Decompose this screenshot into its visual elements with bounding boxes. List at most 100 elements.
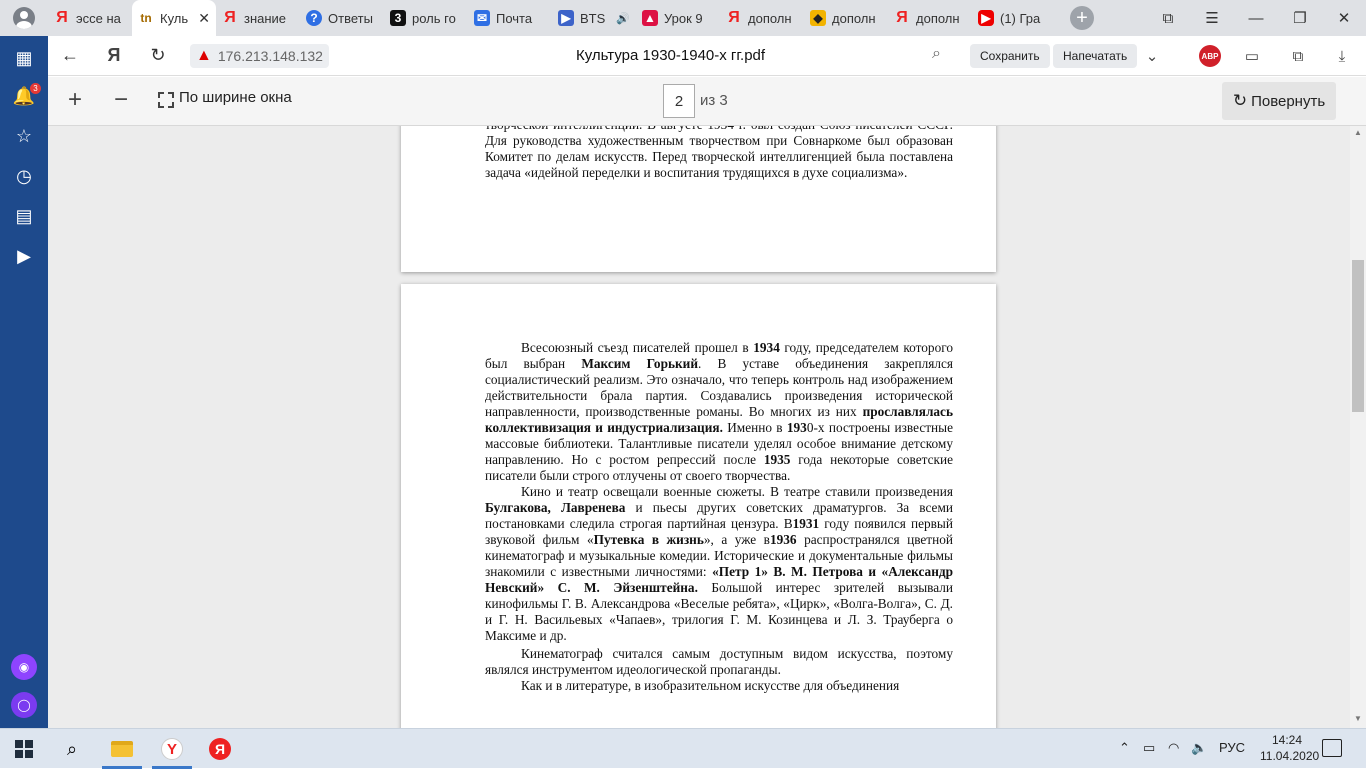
tab-title: роль го — [412, 10, 456, 26]
start-button[interactable] — [0, 729, 48, 769]
tab-title: дополн — [748, 10, 792, 26]
yandex-app-button[interactable]: Я — [196, 729, 244, 769]
volume-icon[interactable]: 🔈 — [1191, 740, 1207, 756]
tab[interactable]: Я эссе на — [48, 0, 132, 36]
address-bar: ← Я ↻ ▲ 176.213.148.132 Культура 1930-19… — [48, 36, 1366, 76]
tab-title: Ответы — [328, 10, 373, 26]
paragraph: Кинематограф считался самым доступным ви… — [485, 646, 953, 677]
page-count: из 3 — [700, 92, 728, 109]
search-icon[interactable]: ⌕ — [48, 729, 96, 769]
tab-title: эссе на — [76, 10, 121, 26]
tn-icon: tn — [140, 11, 152, 25]
time: 14:24 — [1271, 733, 1303, 747]
tab[interactable]: 3 роль го — [384, 0, 468, 36]
alice-icon[interactable]: ◉ — [11, 654, 37, 680]
yandex-icon: Я — [56, 9, 68, 26]
tab-title: BTS — [580, 10, 606, 26]
paragraph: Всесоюзный съезд писателей прошел в 1934… — [485, 340, 953, 483]
search-icon[interactable]: ⌕ — [932, 45, 941, 63]
tab[interactable]: ▶ BTS 🔊 — [552, 0, 636, 36]
tab[interactable]: ? Ответы — [300, 0, 384, 36]
warning-icon: ▲ — [196, 46, 212, 64]
windows-logo-icon — [15, 740, 33, 758]
tab-active[interactable]: tn Куль ✕ — [132, 0, 216, 36]
print-button[interactable]: Напечатать — [1053, 44, 1138, 68]
collections-icon: ◆ — [810, 10, 826, 26]
tab-title: знание — [244, 10, 287, 26]
rotate-button[interactable]: ↻ Повернуть — [1222, 82, 1336, 120]
extensions-icon[interactable]: ⧉ — [1286, 44, 1310, 68]
folder-icon — [111, 741, 133, 757]
yandex-icon: Я — [224, 9, 236, 26]
scroll-thumb[interactable] — [1352, 260, 1364, 412]
paragraph: творческой интеллигенции. В августе 1934… — [485, 126, 953, 180]
chevron-up-icon[interactable]: ⌃ — [1119, 740, 1130, 756]
tab-title: дополн — [916, 10, 960, 26]
tab[interactable]: ◆ дополн — [804, 0, 888, 36]
paragraph: Кино и театр освещали военные сюжеты. В … — [485, 484, 954, 643]
tab[interactable]: Я дополн — [720, 0, 804, 36]
vertical-scrollbar[interactable]: ▲ ▼ — [1350, 126, 1366, 728]
language-indicator[interactable]: РУС — [1219, 740, 1245, 755]
avatar-icon — [13, 7, 35, 29]
chevron-down-icon[interactable]: ⌄ — [1140, 44, 1164, 68]
file-explorer-button[interactable] — [98, 729, 146, 769]
close-window-button[interactable]: ✕ — [1322, 0, 1366, 36]
yandex-home-icon[interactable]: Я — [92, 36, 136, 76]
new-tab-button[interactable]: + — [1070, 6, 1094, 30]
zen-icon[interactable]: ▤ — [12, 204, 36, 228]
speaker-icon[interactable]: 🔊 — [616, 12, 630, 25]
tab[interactable]: Я знание — [216, 0, 300, 36]
zoom-in-button[interactable]: + — [60, 85, 90, 115]
action-center-icon[interactable] — [1322, 739, 1342, 757]
tab[interactable]: ▲ Урок 9 — [636, 0, 720, 36]
z-icon: 3 — [390, 10, 406, 26]
minimize-button[interactable]: — — [1234, 0, 1278, 36]
browser-sidebar: ▦ 🔔 3 ☆ ◷ ▤ ▶ ◉ ◯ — [0, 36, 48, 728]
zoom-out-button[interactable]: − — [106, 85, 136, 115]
window-controls: ⧉ ☰ — ❐ ✕ — [1146, 0, 1366, 36]
clock[interactable]: 14:24 11.04.2020 — [1260, 732, 1319, 764]
tab[interactable]: ▶ (1) Гра — [972, 0, 1056, 36]
url-field[interactable]: ▲ 176.213.148.132 — [190, 43, 329, 68]
tab[interactable]: Я дополн — [888, 0, 972, 36]
fit-width-label[interactable]: По ширине окна — [179, 89, 292, 106]
paragraph: Как и в литературе, в изобразительном ис… — [521, 678, 900, 693]
history-icon[interactable]: ◷ — [12, 164, 36, 188]
menu-icon[interactable]: ☰ — [1190, 0, 1234, 36]
download-icon[interactable]: ⤓ — [1330, 44, 1354, 68]
tab-title: Почта — [496, 10, 533, 26]
fit-width-icon[interactable] — [158, 92, 174, 108]
reload-icon[interactable]: ↻ — [136, 36, 180, 76]
youtube-icon: ▶ — [978, 10, 994, 26]
close-tab-icon[interactable]: ✕ — [198, 10, 210, 27]
document-title: Культура 1930-1940-х гг.pdf — [576, 47, 766, 64]
yandex-browser-icon: Y — [161, 738, 183, 760]
wifi-icon[interactable]: ◠ — [1168, 740, 1179, 756]
battery-icon[interactable]: ▭ — [1143, 740, 1155, 756]
page-number-input[interactable]: 2 — [663, 84, 695, 118]
windows-taskbar: ⌕ Y Я ⌃ ▭ ◠ 🔈 РУС 14:24 11.04.2020 — [0, 728, 1366, 769]
restore-button[interactable]: ❐ — [1278, 0, 1322, 36]
assistant-icon[interactable]: ◯ — [11, 692, 37, 718]
scroll-up-icon[interactable]: ▲ — [1354, 128, 1362, 137]
pdf-viewer[interactable]: творческой интеллигенции. В августе 1934… — [48, 126, 1350, 728]
pdf-page: Всесоюзный съезд писателей прошел в 1934… — [401, 284, 996, 728]
bookmarks-icon[interactable]: ⧉ — [1146, 0, 1190, 36]
yandex-icon: Я — [209, 738, 231, 760]
services-grid-icon[interactable]: ▦ — [12, 46, 36, 70]
battery-saver-icon[interactable]: ▭ — [1240, 44, 1264, 68]
tab-title: Урок 9 — [664, 10, 703, 26]
scroll-down-icon[interactable]: ▼ — [1354, 714, 1362, 723]
pdf-page: творческой интеллигенции. В августе 1934… — [401, 126, 996, 272]
yandex-icon: Я — [896, 9, 908, 26]
back-arrow-icon[interactable]: ← — [48, 36, 92, 76]
video-player-icon[interactable]: ▶ — [12, 244, 36, 268]
yandex-browser-button[interactable]: Y — [148, 729, 196, 769]
answers-icon: ? — [306, 10, 322, 26]
profile-button[interactable] — [0, 0, 48, 36]
adblock-icon[interactable]: ABP — [1199, 45, 1221, 67]
save-button[interactable]: Сохранить — [970, 44, 1050, 68]
star-icon[interactable]: ☆ — [12, 124, 36, 148]
tab[interactable]: ✉ Почта — [468, 0, 552, 36]
